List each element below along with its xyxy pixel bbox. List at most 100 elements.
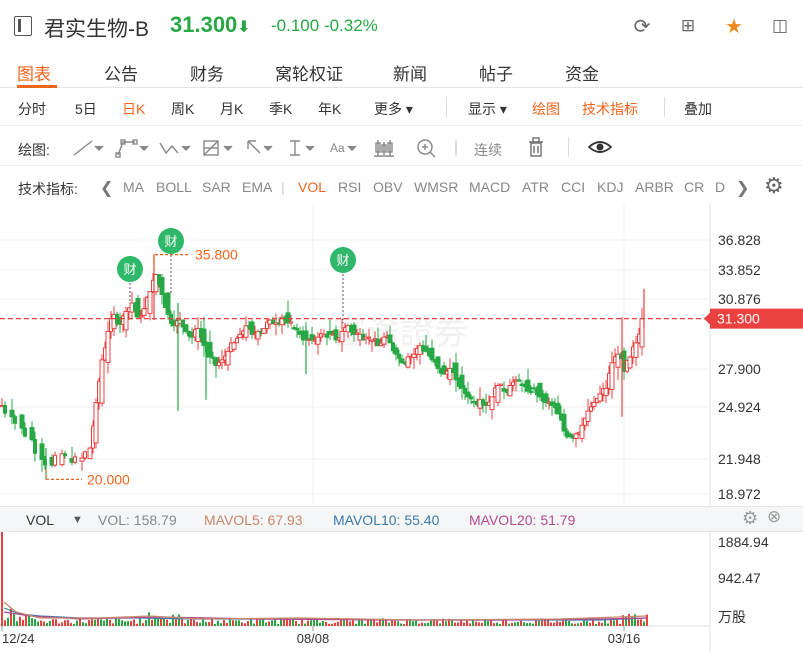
candle-body — [289, 321, 293, 324]
volume-bar — [568, 620, 570, 626]
candle-body — [235, 337, 239, 344]
draw-button[interactable]: 绘图 — [532, 99, 560, 119]
tab-announcements[interactable]: 公告 — [104, 60, 138, 85]
period-weekly[interactable]: 周K — [171, 99, 194, 119]
volume-bar — [598, 621, 600, 626]
display-menu[interactable]: 显示 ▾ — [468, 99, 507, 119]
tab-capital[interactable]: 资金 — [565, 60, 599, 85]
fib-tool-icon[interactable] — [203, 140, 233, 156]
candle-body — [511, 381, 515, 386]
volume-bar — [607, 623, 609, 626]
volume-bar — [487, 620, 489, 626]
zoom-icon[interactable] — [417, 139, 436, 158]
polyline-tool-icon[interactable] — [115, 139, 149, 158]
period-more[interactable]: 更多 ▾ — [374, 99, 413, 119]
line-tool-icon[interactable] — [73, 140, 104, 156]
period-intraday[interactable]: 分时 — [18, 99, 46, 119]
period-monthly[interactable]: 月K — [220, 99, 243, 119]
indicator-ema[interactable]: EMA — [242, 179, 272, 195]
price-axis: 36.828 33.852 30.876 27.900 24.924 21.948 18.9… — [718, 232, 761, 502]
indicator-sar[interactable]: SAR — [202, 179, 231, 195]
indicator-boll[interactable]: BOLL — [156, 179, 192, 195]
period-quarterly[interactable]: 季K — [269, 99, 292, 119]
indicator-kdj[interactable]: KDJ — [597, 179, 623, 195]
volume-bar — [70, 622, 72, 626]
volume-settings-icon[interactable]: ⚙ — [742, 508, 758, 529]
volume-bar — [184, 623, 186, 626]
volume-bar — [133, 619, 135, 626]
volume-bar — [253, 623, 255, 626]
indicator-cr[interactable]: CR — [684, 179, 704, 195]
candle-body — [63, 453, 67, 457]
volume-bar — [283, 619, 285, 626]
volume-bar — [415, 620, 417, 626]
period-yearly[interactable]: 年K — [318, 99, 341, 119]
volume-bar — [310, 620, 312, 626]
indicator-macd[interactable]: MACD — [469, 179, 510, 195]
volume-bar — [79, 618, 81, 626]
volume-bar — [235, 620, 237, 626]
back-icon[interactable] — [14, 16, 32, 36]
divider — [664, 97, 665, 117]
star-icon[interactable]: ★ — [721, 14, 747, 38]
candle-body — [19, 414, 25, 429]
font-tool-icon[interactable]: Aa — [330, 141, 357, 155]
candle-body — [99, 359, 105, 404]
grid-icon[interactable]: ⊞ — [675, 14, 701, 38]
indicator-vol[interactable]: VOL — [298, 179, 326, 195]
eye-icon[interactable] — [588, 139, 612, 155]
candle-body — [159, 277, 165, 295]
period-5day[interactable]: 5日 — [75, 99, 97, 119]
volume-bar — [247, 621, 249, 626]
volume-bar — [94, 619, 96, 626]
current-price-label: 31.300 — [717, 311, 760, 327]
sidebar-icon[interactable]: ◫ — [767, 14, 793, 38]
refresh-icon[interactable]: ⟳ — [629, 14, 655, 38]
arrow-tool-icon[interactable] — [247, 140, 273, 154]
tab-news[interactable]: 新闻 — [393, 60, 427, 85]
trash-icon[interactable] — [527, 137, 545, 157]
close-icon[interactable]: ⊗ — [767, 507, 781, 527]
volume-bar — [4, 620, 6, 626]
settings-icon[interactable]: ⚙ — [764, 173, 784, 199]
indicator-wmsr[interactable]: WMSR — [414, 179, 458, 195]
tab-warrants[interactable]: 窝轮权证 — [275, 60, 343, 85]
volume-bar — [199, 622, 201, 626]
volume-chart[interactable]: 1884.94 942.47 万股 12/24 08/08 03/16 — [0, 532, 803, 653]
overlay-button[interactable]: 叠加 — [684, 99, 712, 119]
volume-bar — [7, 617, 9, 626]
indicator-cci[interactable]: CCI — [561, 179, 585, 195]
candle-body — [591, 402, 597, 407]
volume-bar — [370, 619, 372, 626]
volume-bar — [223, 620, 225, 626]
candle-body — [93, 402, 99, 444]
indicator-rsi[interactable]: RSI — [338, 179, 361, 195]
high-price-label: 35.800 — [195, 247, 238, 263]
indicator-obv[interactable]: OBV — [373, 179, 403, 195]
volume-bars — [3, 601, 648, 626]
chevron-right-icon[interactable]: ❯ — [736, 178, 749, 198]
volume-bar — [586, 620, 588, 626]
tab-chart[interactable]: 图表 — [17, 60, 51, 85]
tab-posts[interactable]: 帖子 — [479, 60, 513, 85]
chevron-down-icon[interactable]: ▼ — [72, 514, 83, 526]
tab-finance[interactable]: 财务 — [190, 60, 224, 85]
volume-bar — [148, 612, 150, 626]
indicator-atr[interactable]: ATR — [522, 179, 549, 195]
volume-indicator-select[interactable]: VOL — [26, 512, 54, 528]
volume-bar — [25, 614, 27, 626]
indicator-arbr[interactable]: ARBR — [635, 179, 674, 195]
wave-tool-icon[interactable] — [159, 142, 191, 155]
divider — [446, 97, 447, 117]
candle-tool-icon[interactable] — [374, 140, 394, 157]
volume-bar — [178, 614, 180, 626]
indicator-d[interactable]: D — [715, 179, 725, 195]
continuous-toggle[interactable]: 连续 — [474, 140, 502, 160]
candlestick-chart[interactable]: 富途證券 31.30035.80020.000财财财 36.82833.8523… — [0, 204, 803, 508]
period-daily[interactable]: 日K — [122, 99, 145, 119]
text-tool-icon[interactable] — [290, 140, 315, 156]
indicator-button[interactable]: 技术指标 — [582, 99, 638, 119]
chevron-left-icon[interactable]: ❮ — [100, 178, 113, 198]
indicator-ma[interactable]: MA — [123, 179, 144, 195]
candle-body — [135, 297, 141, 318]
